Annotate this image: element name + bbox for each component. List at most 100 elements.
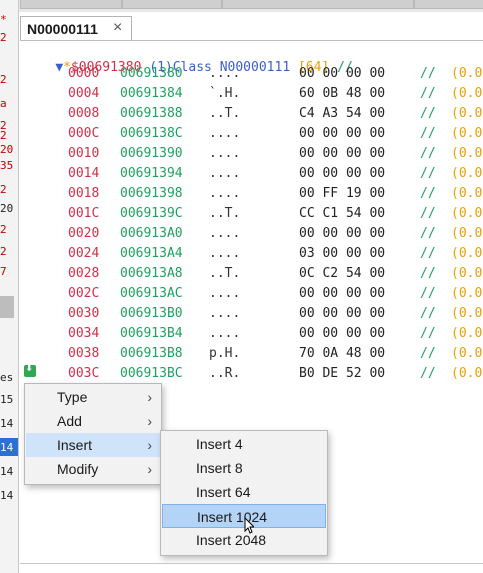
row-ascii: `.H. [209,86,241,101]
row-value: (0.0 [451,266,483,281]
submenu-item-insert-8[interactable]: Insert 8 [162,456,326,480]
row-comment: // [420,126,436,141]
row-hex-bytes: 00 00 00 00 [299,326,386,341]
class-tab-stub[interactable] [222,0,414,9]
download-icon [24,363,36,377]
row-ascii: ..T. [209,206,241,221]
extra-tab-stub[interactable] [414,0,483,9]
menu-item-insert[interactable]: Insert › [26,433,160,457]
row-comment: // [420,166,436,181]
memory-row[interactable]: 000C 0069138C.... 00 00 00 00 // (0.0 [20,126,483,145]
process-tab-stub[interactable] [122,0,222,9]
row-comment: // [420,306,436,321]
row-offset: 0004 [68,86,100,101]
row-offset: 001C [68,206,100,221]
row-ascii: .... [209,126,241,141]
row-ascii: ..T. [209,266,241,281]
memory-row[interactable]: 0004 00691384 `.H. 60 0B 48 00 // (0.0 [20,86,483,105]
mouse-cursor-icon [244,517,254,534]
submenu-item-label: Insert 4 [196,436,243,452]
row-address: 006913A8 [120,266,183,281]
memory-row[interactable]: 0024 006913A4.... 03 00 00 00 // (0.0 [20,246,483,265]
row-value: (0.0 [451,86,483,101]
memory-row[interactable]: 0020 006913A0.... 00 00 00 00 // (0.0 [20,226,483,245]
row-address: 0069139C [120,206,183,221]
row-ascii: .... [209,146,241,161]
memory-row[interactable]: 0018 00691398.... 00 FF 19 00 // (0.0 [20,186,483,205]
left-fragment: * [0,13,7,26]
memory-row[interactable]: 0034 006913B4.... 00 00 00 00 // (0.0 [20,326,483,345]
row-comment: // [420,66,436,81]
row-address: 006913B4 [120,326,183,341]
memory-view[interactable]: ▼*$00691380 (1)Class N00000111 [64] // 0… [20,41,483,386]
row-comment: // [420,366,436,381]
project-tab-stub[interactable] [20,0,122,9]
chevron-right-icon: › [147,437,152,453]
row-offset: 0010 [68,146,100,161]
left-fragment: 20 [0,202,14,215]
row-address: 006913B0 [120,306,183,321]
menu-item-modify[interactable]: Modify › [26,457,160,481]
submenu-item-insert-4[interactable]: Insert 4 [162,432,326,456]
memory-row[interactable]: 0028 006913A8 ..T. 0C C2 54 00 // (0.0 [20,266,483,285]
row-address: 006913AC [120,286,183,301]
row-offset: 0030 [68,306,100,321]
left-fragment: 2 [0,31,7,44]
row-hex-bytes: 00 00 00 00 [299,306,386,321]
memory-row[interactable]: 0038 006913B8 p.H. 70 0A 48 00 // (0.0 [20,346,483,365]
memory-row[interactable]: 001C 0069139C ..T. CC C1 54 00 // (0.0 [20,206,483,225]
memory-row[interactable]: 0008 00691388 ..T. C4 A3 54 00 // (0.0 [20,106,483,125]
row-address: 006913A4 [120,246,183,261]
memory-row[interactable]: 0030 006913B0.... 00 00 00 00 // (0.0 [20,306,483,325]
row-value: (0.0 [451,306,483,321]
row-comment: // [420,246,436,261]
row-address: 00691380 [120,66,183,81]
memory-row[interactable]: 0014 00691394.... 00 00 00 00 // (0.0 [20,166,483,185]
row-ascii: .... [209,306,241,321]
row-ascii: p.H. [209,346,241,361]
left-fragment: 15 [0,393,14,406]
row-comment: // [420,346,436,361]
menu-item-add[interactable]: Add › [26,409,160,433]
left-fragment: 2 [0,245,7,258]
row-value: (0.0 [451,126,483,141]
row-comment: // [420,106,436,121]
row-value: (0.0 [451,226,483,241]
left-fragment: 14 [0,489,14,502]
row-hex-bytes: 03 00 00 00 [299,246,386,261]
row-hex-bytes: 00 00 00 00 [299,146,386,161]
left-fragment: 2 [0,73,7,86]
row-ascii: .... [209,166,241,181]
row-ascii: .... [209,246,241,261]
memory-row[interactable]: 002C 006913AC.... 00 00 00 00 // (0.0 [20,286,483,305]
tab-class-document[interactable]: N00000111 × [20,16,132,40]
chevron-right-icon: › [147,389,152,405]
memory-row[interactable]: 0000 00691380.... 00 00 00 00 // (0.0 [20,66,483,85]
row-hex-bytes: CC C1 54 00 [299,206,386,221]
submenu-item-label: Insert 2048 [196,532,267,548]
row-hex-bytes: B0 DE 52 00 [299,366,386,381]
row-offset: 0034 [68,326,100,341]
left-panel: * 2 2 a 2 2 20 35 2 20 2 2 7 es 15 14 14… [0,0,19,573]
submenu-item-label: Insert 64 [196,484,251,500]
row-hex-bytes: 0C C2 54 00 [299,266,386,281]
memory-row[interactable]: 0010 00691390.... 00 00 00 00 // (0.0 [20,146,483,165]
row-ascii: .... [209,326,241,341]
row-ascii: .... [209,186,241,201]
row-hex-bytes: 00 00 00 00 [299,166,386,181]
row-value: (0.0 [451,346,483,361]
menu-item-type[interactable]: Type › [26,385,160,409]
left-fragment: es [0,371,14,384]
row-value: (0.0 [451,166,483,181]
row-value: (0.0 [451,286,483,301]
row-hex-bytes: 70 0A 48 00 [299,346,386,361]
close-icon[interactable]: × [113,19,122,37]
row-value: (0.0 [451,246,483,261]
row-address: 00691390 [120,146,183,161]
row-hex-bytes: 00 00 00 00 [299,226,386,241]
scrollbar-thumb[interactable] [0,296,14,318]
submenu-item-insert-64[interactable]: Insert 64 [162,480,326,504]
row-comment: // [420,266,436,281]
left-fragment: 14 [0,441,14,454]
row-address: 00691388 [120,106,183,121]
